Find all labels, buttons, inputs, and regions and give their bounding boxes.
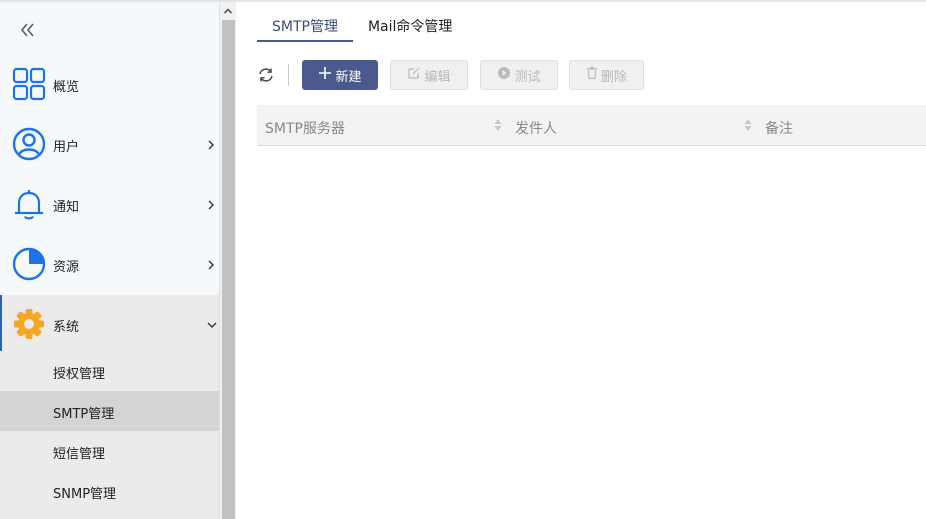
sidebar-subitem-label: 短信管理 <box>53 447 106 462</box>
main-content: SMTP管理 Mail命令管理 新建 编辑 测试 删除 SMTP服务器 发件人 … <box>236 2 926 519</box>
sidebar-item-label: 概览 <box>53 80 80 95</box>
user-icon <box>12 127 46 161</box>
sidebar-subitem-label: SMTP管理 <box>53 407 115 422</box>
chevron-right-icon <box>206 199 216 211</box>
toolbar-divider <box>288 64 289 86</box>
collapse-sidebar-icon[interactable] <box>18 20 42 40</box>
app-root: 概览 用户 通知 资源 系统 授权管理 SMTP管理 短信管理 SNMP管理 S… <box>0 0 926 519</box>
bell-icon <box>12 187 46 221</box>
column-header-remark[interactable]: 备注 <box>765 118 793 138</box>
sidebar-item-overview[interactable]: 概览 <box>0 55 219 115</box>
new-button[interactable]: 新建 <box>302 60 378 90</box>
table-header: SMTP服务器 发件人 备注 <box>257 105 926 146</box>
tab-mail-command[interactable]: Mail命令管理 <box>353 2 467 42</box>
sort-icon[interactable] <box>744 118 752 132</box>
sidebar-subitem-snmp[interactable]: SNMP管理 <box>0 471 219 511</box>
test-icon <box>497 66 511 84</box>
sidebar-subitem-license[interactable]: 授权管理 <box>0 351 219 391</box>
sidebar-subitem-label: 授权管理 <box>53 367 106 382</box>
test-button[interactable]: 测试 <box>480 60 558 90</box>
edit-button-label: 编辑 <box>424 69 451 85</box>
sidebar-subitem-sms[interactable]: 短信管理 <box>0 431 219 471</box>
tab-smtp[interactable]: SMTP管理 <box>257 2 353 42</box>
sidebar-item-resources[interactable]: 资源 <box>0 235 219 295</box>
tab-bar: SMTP管理 Mail命令管理 <box>257 2 467 42</box>
scrollbar-thumb[interactable] <box>222 20 235 519</box>
column-header-sender[interactable]: 发件人 <box>515 118 557 138</box>
sidebar-subitem-smtp[interactable]: SMTP管理 <box>0 391 219 431</box>
sidebar-item-label: 通知 <box>53 200 80 215</box>
sidebar-item-notifications[interactable]: 通知 <box>0 175 219 235</box>
scroll-up-icon[interactable] <box>220 2 236 19</box>
gear-icon <box>12 307 46 341</box>
toolbar: 新建 编辑 测试 删除 <box>257 60 677 92</box>
sidebar-scrollbar[interactable] <box>219 2 236 519</box>
new-button-label: 新建 <box>335 69 362 85</box>
plus-icon <box>318 66 332 84</box>
sidebar: 概览 用户 通知 资源 系统 授权管理 SMTP管理 短信管理 SNMP管理 <box>0 2 219 519</box>
sidebar-subitem-label: SNMP管理 <box>53 487 117 502</box>
sidebar-item-label: 资源 <box>53 260 80 275</box>
sidebar-item-label: 系统 <box>53 320 80 335</box>
delete-button[interactable]: 删除 <box>569 60 644 90</box>
sidebar-item-users[interactable]: 用户 <box>0 115 219 175</box>
refresh-icon[interactable] <box>257 66 275 84</box>
chevron-down-icon <box>206 319 217 331</box>
edit-icon <box>407 66 421 84</box>
sort-icon[interactable] <box>494 118 502 132</box>
delete-button-label: 删除 <box>600 69 627 85</box>
trash-icon <box>586 66 598 84</box>
sidebar-item-system[interactable]: 系统 <box>0 295 219 355</box>
test-button-label: 测试 <box>514 69 541 85</box>
sidebar-item-label: 用户 <box>53 140 80 155</box>
grid-icon <box>12 67 46 101</box>
chevron-right-icon <box>206 139 216 151</box>
pie-icon <box>12 247 46 281</box>
chevron-right-icon <box>206 259 216 271</box>
column-header-smtp-server[interactable]: SMTP服务器 <box>265 118 345 138</box>
edit-button[interactable]: 编辑 <box>390 60 468 90</box>
